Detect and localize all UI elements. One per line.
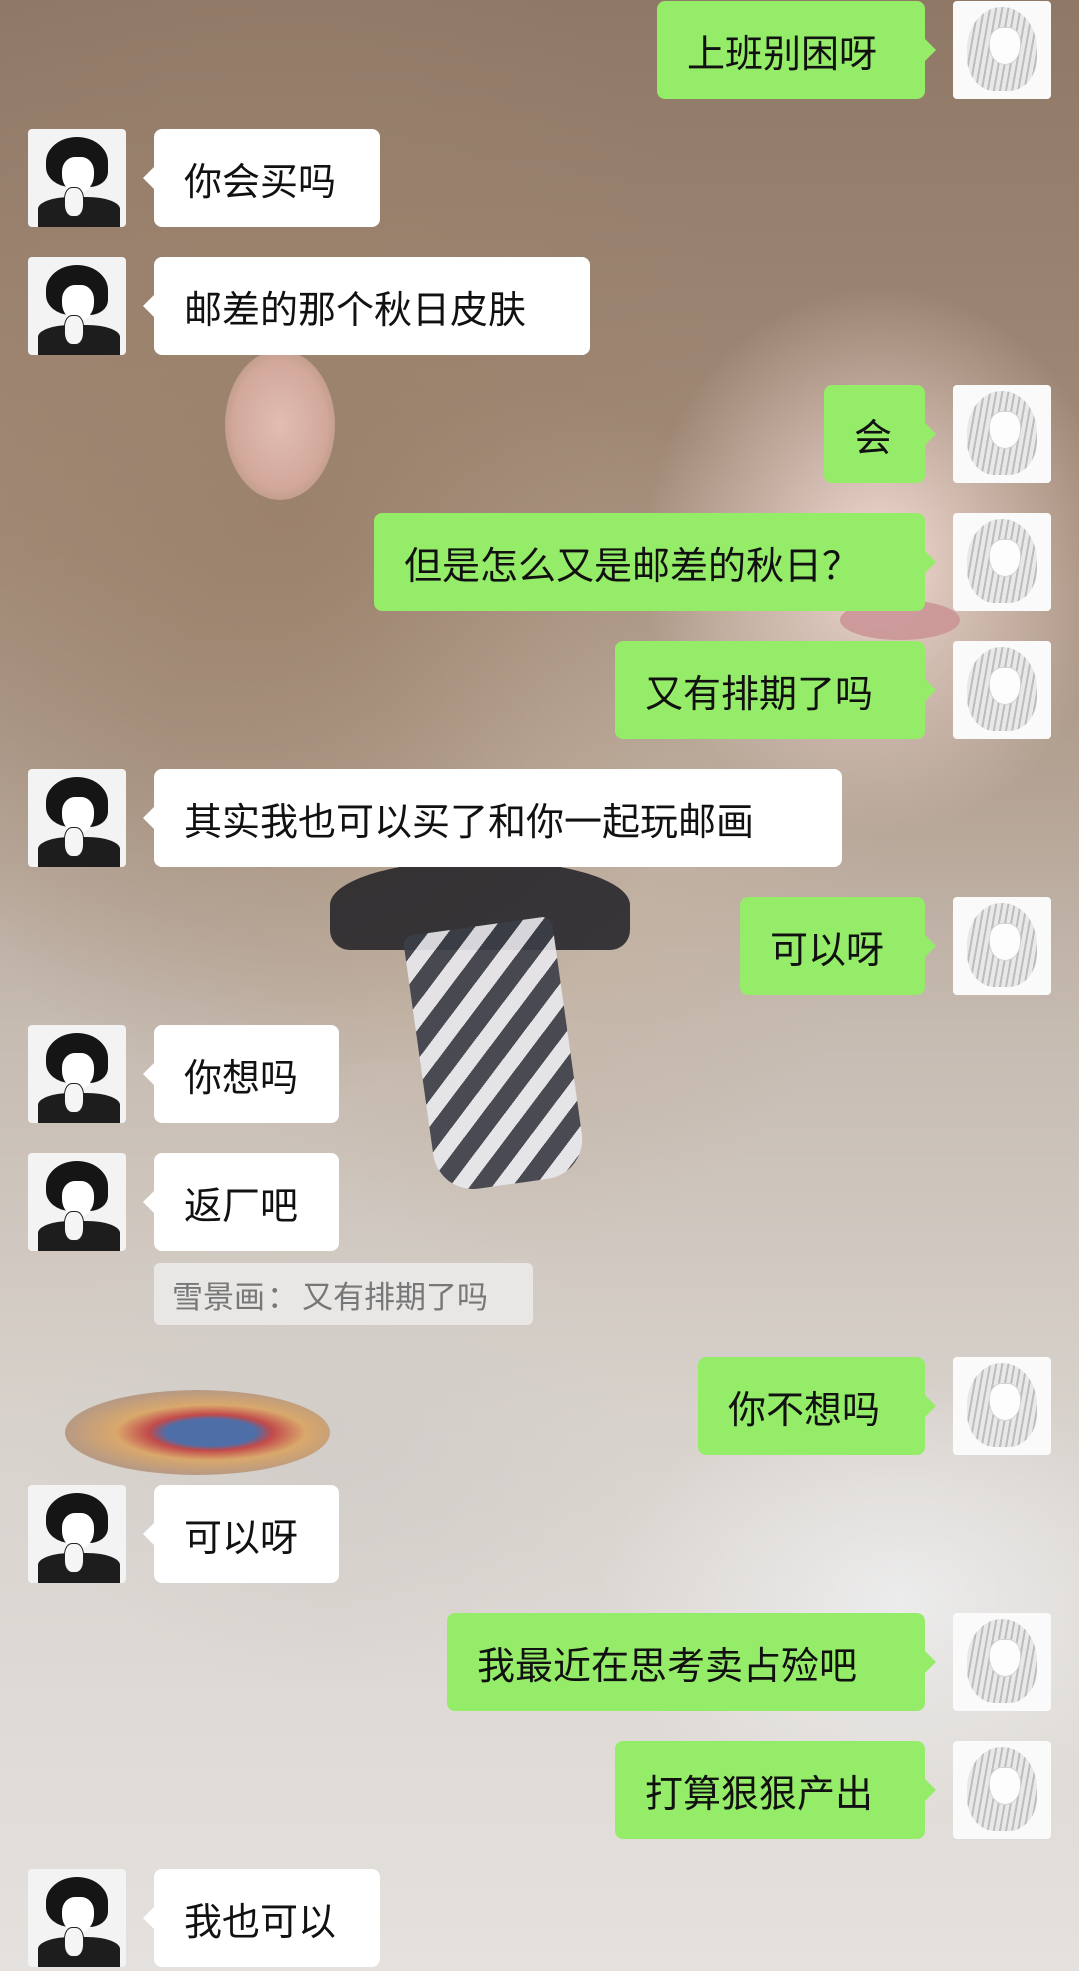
- quote-text: 又有排期了吗: [302, 1279, 488, 1316]
- message-bubble-outgoing[interactable]: 打算狠狠产出: [615, 1741, 936, 1839]
- message-bubble-outgoing[interactable]: 我最近在思考卖占殓吧: [447, 1613, 936, 1711]
- message-bubble-outgoing[interactable]: 你不想吗: [698, 1357, 936, 1455]
- message-bubble-incoming[interactable]: 返厂吧: [143, 1153, 339, 1251]
- self-avatar[interactable]: [953, 641, 1051, 739]
- message-bubble-outgoing[interactable]: 上班别困呀: [657, 1, 936, 99]
- contact-avatar[interactable]: [28, 769, 126, 867]
- background-badge: [65, 1390, 330, 1475]
- message-bubble-incoming[interactable]: 你想吗: [143, 1025, 339, 1123]
- self-avatar[interactable]: [953, 1613, 1051, 1711]
- background-striped-tie: [402, 915, 588, 1195]
- self-avatar[interactable]: [953, 385, 1051, 483]
- message-bubble-incoming[interactable]: 可以呀: [143, 1485, 339, 1583]
- contact-avatar[interactable]: [28, 1485, 126, 1583]
- self-avatar[interactable]: [953, 1357, 1051, 1455]
- self-avatar[interactable]: [953, 897, 1051, 995]
- self-avatar[interactable]: [953, 1, 1051, 99]
- message-bubble-incoming[interactable]: 你会买吗: [143, 129, 380, 227]
- self-avatar[interactable]: [953, 513, 1051, 611]
- contact-avatar[interactable]: [28, 1869, 126, 1967]
- quoted-message[interactable]: 雪景画：又有排期了吗: [154, 1263, 533, 1325]
- background-ear: [225, 350, 335, 500]
- contact-avatar[interactable]: [28, 1025, 126, 1123]
- message-bubble-outgoing[interactable]: 又有排期了吗: [615, 641, 936, 739]
- message-bubble-outgoing[interactable]: 会: [824, 385, 936, 483]
- message-bubble-outgoing[interactable]: 但是怎么又是邮差的秋日？: [374, 513, 936, 611]
- message-bubble-outgoing[interactable]: 可以呀: [740, 897, 936, 995]
- message-bubble-incoming[interactable]: 邮差的那个秋日皮肤: [143, 257, 590, 355]
- message-bubble-incoming[interactable]: 其实我也可以买了和你一起玩邮画: [143, 769, 842, 867]
- message-bubble-incoming[interactable]: 我也可以: [143, 1869, 380, 1967]
- contact-avatar[interactable]: [28, 1153, 126, 1251]
- contact-avatar[interactable]: [28, 257, 126, 355]
- self-avatar[interactable]: [953, 1741, 1051, 1839]
- quote-sender: 雪景画: [172, 1279, 265, 1316]
- contact-avatar[interactable]: [28, 129, 126, 227]
- quote-separator: ：: [267, 1279, 298, 1316]
